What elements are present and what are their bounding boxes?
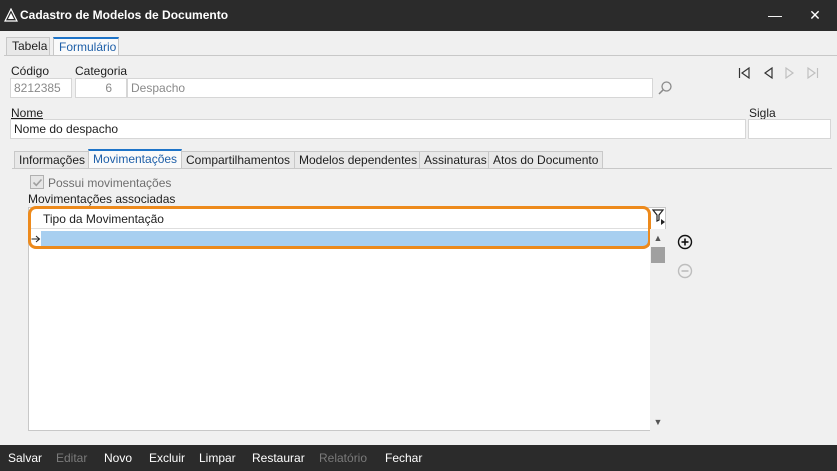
close-button[interactable]: ✕ <box>795 0 835 31</box>
minimize-button[interactable]: — <box>755 0 795 31</box>
sigla-field[interactable] <box>748 119 831 139</box>
movimentacoes-associadas-label: Movimentações associadas <box>28 192 176 206</box>
last-record-icon[interactable] <box>806 66 820 80</box>
filter-icon[interactable] <box>652 209 666 225</box>
window-title: Cadastro de Modelos de Documento <box>20 8 229 22</box>
tab-atos-do-documento[interactable]: Atos do Documento <box>488 151 604 169</box>
tab-movimentacoes[interactable]: Movimentações <box>88 149 183 169</box>
categoria-name-field[interactable]: Despacho <box>127 78 653 98</box>
categoria-label: Categoria <box>75 64 128 78</box>
title-bar: Cadastro de Modelos de Documento — ✕ <box>0 0 837 31</box>
add-circle-icon[interactable] <box>677 234 693 250</box>
tab-modelos-dependentes[interactable]: Modelos dependentes <box>294 151 423 169</box>
salvar-button[interactable]: Salvar <box>8 451 42 465</box>
tab-tabela[interactable]: Tabela <box>6 37 50 56</box>
nome-label: Nome <box>11 106 44 120</box>
possui-movimentacoes-checkbox[interactable] <box>30 175 44 189</box>
codigo-field[interactable]: 8212385 <box>10 78 72 98</box>
tab-formulario[interactable]: Formulário <box>53 37 119 56</box>
excluir-button[interactable]: Excluir <box>149 451 185 465</box>
codigo-label: Código <box>11 64 50 78</box>
limpar-button[interactable]: Limpar <box>199 451 236 465</box>
app-logo-icon <box>4 8 18 22</box>
previous-record-icon[interactable] <box>761 66 775 80</box>
scrollbar-thumb[interactable] <box>651 247 665 263</box>
novo-button[interactable]: Novo <box>104 451 132 465</box>
tab-informacoes[interactable]: Informações <box>14 151 91 169</box>
checkmark-icon <box>32 178 43 187</box>
first-record-icon[interactable] <box>737 66 751 80</box>
scroll-up-icon[interactable]: ▲ <box>650 231 666 245</box>
sigla-label: Sigla <box>749 106 776 120</box>
scroll-down-icon[interactable]: ▼ <box>650 415 666 429</box>
fechar-button[interactable]: Fechar <box>385 451 422 465</box>
bottom-toolbar: Salvar Editar Novo Excluir Limpar Restau… <box>0 445 837 471</box>
search-icon[interactable] <box>657 80 673 96</box>
selection-highlight <box>28 206 651 249</box>
categoria-code-field[interactable]: 6 <box>75 78 127 98</box>
restaurar-button[interactable]: Restaurar <box>252 451 305 465</box>
nome-field[interactable]: Nome do despacho <box>10 119 746 139</box>
editar-button[interactable]: Editar <box>56 451 87 465</box>
relatorio-button[interactable]: Relatório <box>319 451 367 465</box>
tab-compartilhamentos[interactable]: Compartilhamentos <box>181 151 296 169</box>
vertical-scrollbar[interactable]: ▲ ▼ <box>650 229 666 431</box>
remove-circle-icon[interactable] <box>677 263 693 279</box>
next-record-icon[interactable] <box>783 66 797 80</box>
tab-assinaturas[interactable]: Assinaturas <box>419 151 492 169</box>
tab-divider <box>4 55 837 56</box>
inner-tab-divider <box>12 168 832 169</box>
possui-movimentacoes-label: Possui movimentações <box>48 176 172 190</box>
